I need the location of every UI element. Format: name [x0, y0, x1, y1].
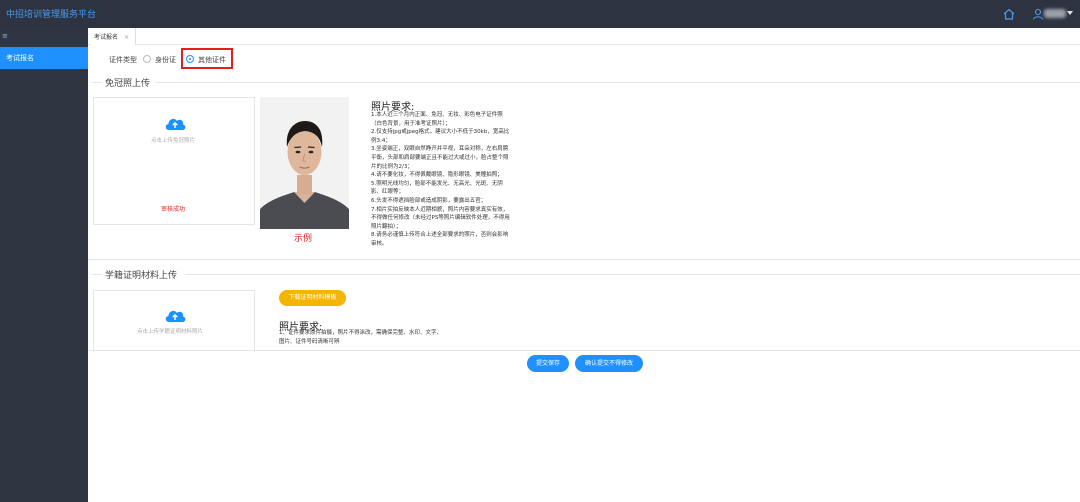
- requirement-item: 1、证件要求原件拍摄，照片不得涂改，需确保完整、水印、文字、图片、证件号码清晰可…: [279, 330, 443, 345]
- requirement-item: 4.请不要化妆，不得佩戴眼镜、隐形眼镜、美瞳拍照；: [371, 172, 503, 179]
- divider: [156, 82, 1080, 83]
- tab-label: 考试报名: [94, 34, 119, 41]
- degree-upload-box[interactable]: 点击上传学籍证明材料照片: [93, 290, 255, 352]
- degree-requirements: 1、证件要求原件拍摄，照片不得涂改，需确保完整、水印、文字、图片、证件号码清晰可…: [279, 329, 443, 345]
- submit-save-button[interactable]: 提交保存: [527, 355, 569, 372]
- requirement-item: 1.本人近三个月内正面、免冠、无妆、彩色电子证件照（白色背景，用于准考证照片）；: [371, 112, 503, 127]
- footer-divider: [88, 350, 1080, 351]
- user-name-blurred[interactable]: [1044, 9, 1066, 18]
- tab-bar: 考试报名 ×: [88, 28, 1080, 45]
- cloud-upload-icon: [165, 118, 186, 130]
- sidebar: [0, 28, 88, 502]
- upload-hint: 点击上传学籍证明材料照片: [137, 329, 204, 335]
- photo-upload-box[interactable]: 点击上传免冠照片 审核成功: [93, 97, 255, 225]
- confirm-submit-button[interactable]: 确认提交不得修改: [575, 355, 643, 372]
- sidebar-item-exam-registration[interactable]: 考试报名: [0, 47, 88, 69]
- radio-id-card[interactable]: [143, 55, 151, 63]
- section-title-degree: 学籍证明材料上传: [105, 271, 178, 281]
- radio-id-card-label[interactable]: 身份证: [155, 55, 176, 65]
- divider: [92, 82, 102, 83]
- divider: [88, 259, 1080, 260]
- menu-toggle-icon[interactable]: ≡: [2, 32, 8, 40]
- close-icon[interactable]: ×: [124, 34, 129, 41]
- sample-caption: 示例: [294, 234, 313, 244]
- highlight-annotation: [181, 48, 233, 69]
- photo-requirements: 1.本人近三个月内正面、免冠、无妆、彩色电子证件照（白色背景，用于准考证照片）；…: [371, 111, 511, 249]
- section-title-photo: 免冠照上传: [105, 79, 151, 89]
- requirement-item: 8.请务必谨慎上传符合上述全部要求的照片，否则会影响审核。: [371, 232, 509, 247]
- sample-photo: [260, 97, 349, 229]
- tab-exam-registration[interactable]: 考试报名 ×: [91, 28, 136, 45]
- user-icon[interactable]: [1032, 8, 1044, 20]
- upload-hint: 点击上传免冠照片: [151, 138, 196, 144]
- requirement-item: 3.坐姿端正，双眼自然睁开并平视，耳朵对称，左右肩膀平衡，头部和肩部要端正且不能…: [371, 146, 509, 170]
- home-icon[interactable]: [1002, 7, 1016, 21]
- cloud-upload-icon: [165, 310, 186, 322]
- brand-title[interactable]: 中招培训管理服务平台: [6, 7, 96, 20]
- chevron-down-icon[interactable]: [1067, 11, 1073, 15]
- requirement-item: 6.头发不得遮挡脸部或造成阴影，要露出五官；: [371, 197, 487, 204]
- divider: [92, 274, 102, 275]
- top-bar: 中招培训管理服务平台: [0, 0, 1080, 28]
- requirement-item: 5.照明光线均匀，脸部不能发光、无高光、光斑、无阴影、红眼等；: [371, 180, 503, 196]
- cert-type-label: 证件类型: [109, 56, 137, 64]
- requirement-item: 7.相片实拍反映本人近期相貌，照片内容要求真实有效，不得做任何修改（未经过PS等…: [371, 206, 510, 230]
- requirement-item: 2.仅支持jpg或jpeg格式，建议大小不低于30kb，宽高比例3:4；: [371, 129, 510, 144]
- download-template-button[interactable]: 下载证明材料模板: [279, 290, 346, 306]
- sidebar-item-label: 考试报名: [6, 54, 34, 62]
- divider: [185, 274, 1080, 275]
- audit-status: 审核成功: [161, 206, 186, 213]
